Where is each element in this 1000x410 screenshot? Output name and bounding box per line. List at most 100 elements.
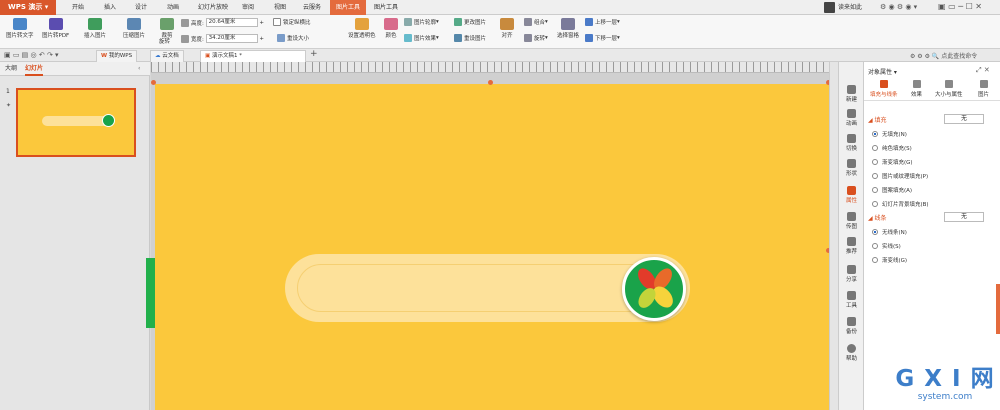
pinwheel-icon[interactable] xyxy=(622,257,686,321)
bring-forward-button[interactable]: 上移一层 ▾ xyxy=(585,18,620,26)
crop-icon xyxy=(160,18,174,30)
line-select[interactable]: 无 xyxy=(944,212,984,222)
sidebar-properties[interactable]: 属性 xyxy=(839,186,864,204)
height-icon xyxy=(181,18,189,27)
pic-to-text-button[interactable]: 图片转文字 xyxy=(6,18,34,39)
pic-outline-button[interactable]: 图片轮廓 ▾ xyxy=(404,18,439,26)
slides-pane: 大纲 幻灯片 ‹ 1 ✦ xyxy=(0,62,150,410)
line-option-solid[interactable]: 实线(S) xyxy=(872,242,901,250)
tab-picture-tools-active[interactable]: 图片工具 xyxy=(330,0,367,15)
tab-view[interactable]: 视图 xyxy=(274,0,286,15)
fill-option-background[interactable]: 幻灯片背景填充(B) xyxy=(872,200,929,208)
combine-button[interactable]: 组合 ▾ xyxy=(524,18,548,26)
horizontal-ruler[interactable] xyxy=(151,62,838,73)
new-tab-icon[interactable]: + xyxy=(310,49,318,59)
tab-design[interactable]: 设计 xyxy=(135,0,147,15)
app-menu-button[interactable]: WPS 演示 ▾ xyxy=(0,0,56,15)
outline-icon xyxy=(404,18,412,26)
fill-option-picture[interactable]: 图片或纹理填充(P) xyxy=(872,172,928,180)
pinwheel-petals xyxy=(638,268,673,308)
panel-title[interactable]: 对象属性 ▾ xyxy=(868,67,897,76)
tab-my-wps[interactable]: W 我的WPS xyxy=(96,50,138,62)
sidebar-shape[interactable]: 形状 xyxy=(839,159,864,177)
tab-cloud[interactable]: 云服务 xyxy=(303,0,321,15)
sidebar-backup[interactable]: 备份 xyxy=(839,317,864,335)
line-option-gradient[interactable]: 渐变线(G) xyxy=(872,256,907,264)
pane-close-icon[interactable]: ‹ xyxy=(138,62,140,76)
rotate-button[interactable]: 旋转 xyxy=(159,37,170,45)
search-command[interactable]: ⚙ ⚙ ⚙ 🔍 点此查找命令 xyxy=(910,51,977,60)
change-pic-button[interactable]: 更改图片 xyxy=(454,18,486,26)
tab-outline[interactable]: 大纲 xyxy=(5,62,17,76)
tab-size-props[interactable]: 大小与属性 xyxy=(935,80,963,98)
compress-button[interactable]: 压缩图片 xyxy=(123,18,145,39)
align-button[interactable]: 对齐 xyxy=(500,18,514,39)
vertical-scrollbar[interactable] xyxy=(829,62,838,410)
line-section-header[interactable]: ◢ 线条 xyxy=(868,213,887,222)
fill-option-solid[interactable]: 纯色填充(S) xyxy=(872,144,912,152)
sidebar-share[interactable]: 分享 xyxy=(839,265,864,283)
fill-option-pattern[interactable]: 图案填充(A) xyxy=(872,186,912,194)
tab-current-doc[interactable]: ▣ 演示文稿1 * xyxy=(200,50,306,62)
line-option-none[interactable]: 无线条(N) xyxy=(872,228,907,236)
color-button[interactable]: 颜色 xyxy=(384,18,398,39)
select-pane-icon xyxy=(561,18,575,30)
width-icon xyxy=(181,34,189,43)
width-input[interactable]: 34.20厘米 xyxy=(205,34,258,43)
crop-button[interactable]: 裁剪 xyxy=(160,18,174,39)
fill-option-gradient[interactable]: 渐变填充(G) xyxy=(872,158,913,166)
height-input[interactable]: 20.64厘米 xyxy=(205,18,258,27)
radio-icon xyxy=(872,159,878,165)
tab-insert[interactable]: 插入 xyxy=(104,0,116,15)
tab-effect[interactable]: 效果 xyxy=(911,80,922,98)
sidebar-recommend[interactable]: 推荐 xyxy=(839,237,864,255)
reset-picture-icon xyxy=(454,34,462,42)
document-tab-bar: ▣ ▭ ▤ ◎ ↶ ↷ ▾ W 我的WPS ☁ 云文档 ▣ 演示文稿1 * + … xyxy=(0,49,1000,62)
slide-left-marker xyxy=(146,258,155,328)
rotate-menu-button[interactable]: 旋转 ▾ xyxy=(524,34,548,42)
tab-review[interactable]: 审阅 xyxy=(242,0,254,15)
lock-ratio-checkbox[interactable]: 锁定纵横比 xyxy=(273,18,311,26)
tab-cloud-doc[interactable]: ☁ 云文档 xyxy=(150,50,184,62)
pic-to-pdf-button[interactable]: 图片转PDF xyxy=(42,18,69,39)
properties-icon xyxy=(847,186,856,195)
window-control-icons[interactable]: ⚙ ◉ ⚙ ◉ ▾ xyxy=(880,3,917,11)
star-icon: ✦ xyxy=(6,102,12,109)
send-backward-button[interactable]: 下移一层 ▾ xyxy=(585,34,620,42)
avatar[interactable] xyxy=(824,2,835,13)
reset-size-button[interactable]: 重设大小 xyxy=(277,34,309,42)
resize-handle[interactable] xyxy=(151,80,156,85)
slide[interactable] xyxy=(151,80,831,410)
sidebar-tools[interactable]: 工具 xyxy=(839,291,864,309)
tab-animation[interactable]: 动画 xyxy=(167,0,179,15)
color-icon xyxy=(384,18,398,30)
tab-picture[interactable]: 图片 xyxy=(978,80,989,98)
window-buttons[interactable]: ▣ ▭ ─ ☐ ✕ xyxy=(938,2,982,11)
sidebar-new[interactable]: 新建 xyxy=(839,85,864,103)
sidebar-transition[interactable]: 切换 xyxy=(839,134,864,152)
slide-thumbnail[interactable] xyxy=(16,88,136,157)
tab-home[interactable]: 开始 xyxy=(72,0,84,15)
fill-select[interactable]: 无 xyxy=(944,114,984,124)
insert-picture-button[interactable]: 插入图片 xyxy=(84,18,106,39)
quick-access-icons[interactable]: ▣ ▭ ▤ ◎ ↶ ↷ ▾ xyxy=(4,51,59,59)
tab-slideshow[interactable]: 幻灯片放映 xyxy=(198,0,228,15)
user-name[interactable]: 读来如此 xyxy=(838,0,862,15)
fill-option-none[interactable]: 无填充(N) xyxy=(872,130,907,138)
tab-picture-tools[interactable]: 图片工具 xyxy=(374,0,398,15)
sidebar-animation[interactable]: 动画 xyxy=(839,109,864,127)
watermark-logo: G X I 网 xyxy=(895,366,995,392)
sidebar-help[interactable]: 帮助 xyxy=(839,344,864,362)
fill-section-header[interactable]: ◢ 填充 xyxy=(868,115,887,124)
resize-handle[interactable] xyxy=(488,80,493,85)
select-pane-button[interactable]: 选择窗格 xyxy=(557,18,579,39)
sidebar-upload-pic[interactable]: 传图 xyxy=(839,212,864,230)
backup-icon xyxy=(847,317,856,326)
tab-fill-line[interactable]: 填充与线条 xyxy=(870,80,898,98)
set-transparent-button[interactable]: 设置透明色 xyxy=(348,18,376,39)
pic-effect-button[interactable]: 图片效果 ▾ xyxy=(404,34,439,42)
compress-icon xyxy=(127,18,141,30)
reset-pic-button[interactable]: 重设图片 xyxy=(454,34,486,42)
tab-slides[interactable]: 幻灯片 xyxy=(25,62,44,76)
panel-close-icon[interactable]: ⤢ ✕ xyxy=(976,66,990,75)
